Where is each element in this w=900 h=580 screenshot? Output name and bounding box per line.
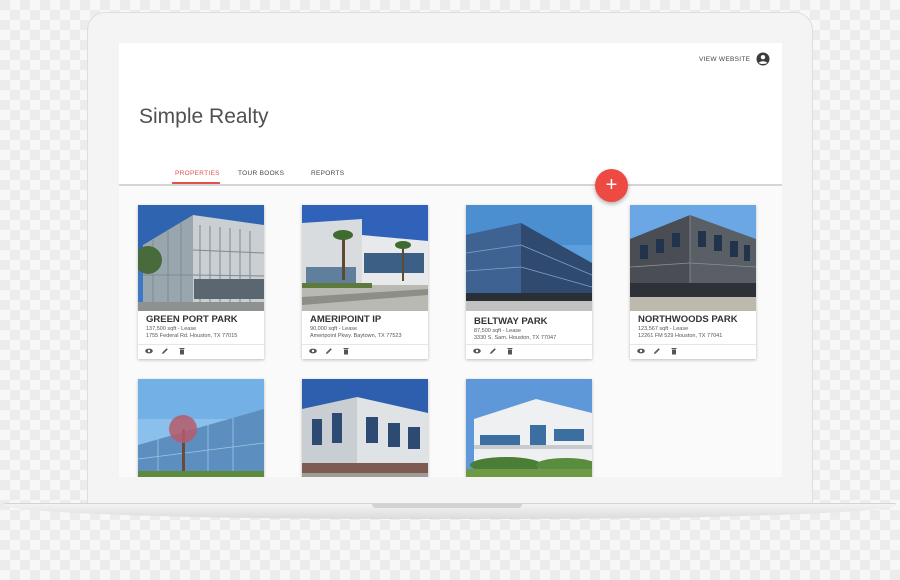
- view-icon[interactable]: [473, 347, 481, 355]
- card-actions: [145, 347, 190, 355]
- laptop-notch: [372, 504, 522, 508]
- card-divider: [138, 344, 264, 345]
- edit-icon[interactable]: [161, 347, 169, 355]
- tab-label: REPORTS: [311, 170, 345, 177]
- property-photo: [302, 205, 428, 311]
- page-title: Simple Realty: [139, 105, 269, 128]
- tab-label: TOUR BOOKS: [238, 170, 285, 177]
- property-name: BELTWAY PARK: [474, 316, 548, 327]
- card-divider: [466, 344, 592, 345]
- property-address: 12261 FM 529 Houston, TX 77041: [638, 333, 723, 339]
- account-circle-icon[interactable]: [756, 52, 770, 66]
- view-icon[interactable]: [145, 347, 153, 355]
- property-size: 123,567 sqft - Lease: [638, 326, 689, 332]
- property-photo: [466, 205, 592, 311]
- property-card[interactable]: AMERIPOINT IP 90,000 sqft - Lease Amerip…: [302, 205, 428, 359]
- property-card[interactable]: NORTHWOODS PARK 123,567 sqft - Lease 122…: [630, 205, 756, 359]
- tab-tour-books[interactable]: TOUR BOOKS: [238, 170, 284, 184]
- add-property-button[interactable]: +: [595, 169, 628, 202]
- property-address: 3330 S. Sam. Houston, TX 77047: [474, 335, 557, 341]
- card-actions: [473, 347, 518, 355]
- property-size: 90,000 sqft - Lease: [310, 326, 358, 332]
- add-icon: +: [605, 174, 618, 196]
- property-address: 1755 Federal Rd. Houston, TX 77015: [146, 333, 238, 339]
- property-photo: [302, 379, 428, 477]
- edit-icon[interactable]: [489, 347, 497, 355]
- tab-reports[interactable]: REPORTS: [311, 170, 344, 184]
- delete-icon[interactable]: [178, 347, 186, 355]
- card-actions: [637, 347, 682, 355]
- property-card[interactable]: [138, 379, 264, 477]
- property-photo: [630, 205, 756, 311]
- card-divider: [302, 344, 428, 345]
- property-name: GREEN PORT PARK: [146, 314, 238, 325]
- property-name: AMERIPOINT IP: [310, 314, 382, 325]
- view-icon[interactable]: [637, 347, 645, 355]
- property-size: 137,500 sqft - Lease: [146, 326, 197, 332]
- edit-icon[interactable]: [653, 347, 661, 355]
- card-divider: [630, 344, 756, 345]
- delete-icon[interactable]: [506, 347, 514, 355]
- delete-icon[interactable]: [670, 347, 678, 355]
- property-name: NORTHWOODS PARK: [638, 314, 738, 325]
- app-screen: VIEW WEBSITE Simple Realty PROPERTIES TO…: [119, 43, 782, 477]
- property-photo: [138, 205, 264, 311]
- view-icon[interactable]: [309, 347, 317, 355]
- property-address: Ameripoint Pkwy. Baytown, TX 77523: [310, 333, 402, 339]
- property-photo: [466, 379, 592, 477]
- header-divider: [119, 184, 782, 186]
- property-card[interactable]: BELTWAY PARK 87,500 sqft - Lease 3330 S.…: [466, 205, 592, 359]
- property-photo: [138, 379, 264, 477]
- edit-icon[interactable]: [325, 347, 333, 355]
- property-card[interactable]: [302, 379, 428, 477]
- delete-icon[interactable]: [342, 347, 350, 355]
- property-card[interactable]: GREEN PORT PARK 137,500 sqft - Lease 175…: [138, 205, 264, 359]
- property-card[interactable]: [466, 379, 592, 477]
- tab-label: PROPERTIES: [175, 170, 220, 177]
- view-website-link[interactable]: VIEW WEBSITE: [699, 56, 750, 63]
- app-header: VIEW WEBSITE Simple Realty: [119, 43, 782, 185]
- property-size: 87,500 sqft - Lease: [474, 328, 522, 334]
- card-actions: [309, 347, 354, 355]
